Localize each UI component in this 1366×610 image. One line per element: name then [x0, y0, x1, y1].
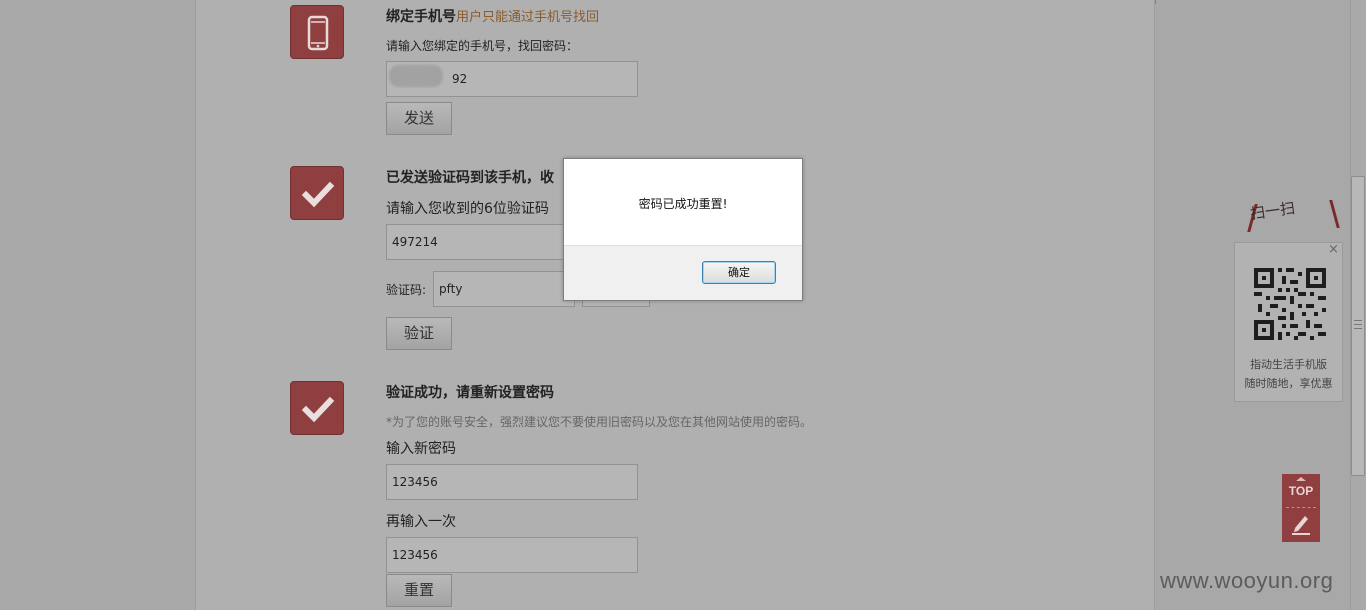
new-password-label: 输入新密码 — [386, 441, 456, 457]
step2-heading: 已发送验证码到该手机，收 — [386, 170, 554, 186]
step1-title: 绑定手机号 — [386, 9, 456, 25]
repeat-password-label: 再输入一次 — [386, 514, 456, 530]
alert-dialog: 密码已成功重置! 确定 — [563, 158, 803, 301]
step3-heading: 验证成功，请重新设置密码 — [386, 385, 554, 401]
close-icon[interactable]: × — [1328, 242, 1339, 257]
send-button[interactable]: 发送 — [386, 102, 452, 135]
check-icon — [290, 166, 344, 220]
phone-icon — [290, 5, 344, 59]
divider — [1286, 507, 1316, 508]
watermark: www.wooyun.org — [1160, 568, 1334, 593]
reset-button[interactable]: 重置 — [386, 574, 452, 607]
qr-caption-line1: 指动生活手机版 — [1250, 358, 1327, 371]
ok-button[interactable]: 确定 — [702, 261, 776, 284]
step1-hint: 用户只能通过手机号找回 — [456, 10, 600, 25]
pencil-icon[interactable] — [1290, 512, 1312, 536]
alert-message: 密码已成功重置! — [638, 197, 728, 211]
step1-prompt: 请输入您绑定的手机号，找回密码： — [386, 39, 579, 53]
scrollbar-grip — [1354, 320, 1362, 329]
qr-code-image — [1250, 264, 1330, 344]
new-password-input[interactable]: 123456 — [386, 464, 638, 500]
check-icon — [290, 381, 344, 435]
repeat-password-input[interactable]: 123456 — [386, 537, 638, 573]
verify-button[interactable]: 验证 — [386, 317, 452, 350]
arrow-up-icon — [1296, 477, 1306, 481]
step1-heading: 绑定手机号用户只能通过手机号找回 — [386, 6, 599, 26]
left-gutter — [0, 0, 195, 610]
top-label: TOP — [1288, 484, 1314, 498]
step2-prompt: 请输入您收到的6位验证码 — [386, 201, 549, 217]
back-to-top-button[interactable]: TOP — [1282, 474, 1320, 542]
redacted-phone — [389, 65, 443, 87]
security-note: *为了您的账号安全，强烈建议您不要使用旧密码以及您在其他网站使用的密码。 — [386, 415, 813, 429]
captcha-label: 验证码: — [386, 283, 427, 297]
qr-caption-line2: 随时随地，享优惠 — [1244, 377, 1333, 390]
main-content — [195, 0, 1155, 610]
captcha-input[interactable]: pfty — [433, 271, 575, 307]
alert-footer: 确定 — [564, 245, 802, 300]
